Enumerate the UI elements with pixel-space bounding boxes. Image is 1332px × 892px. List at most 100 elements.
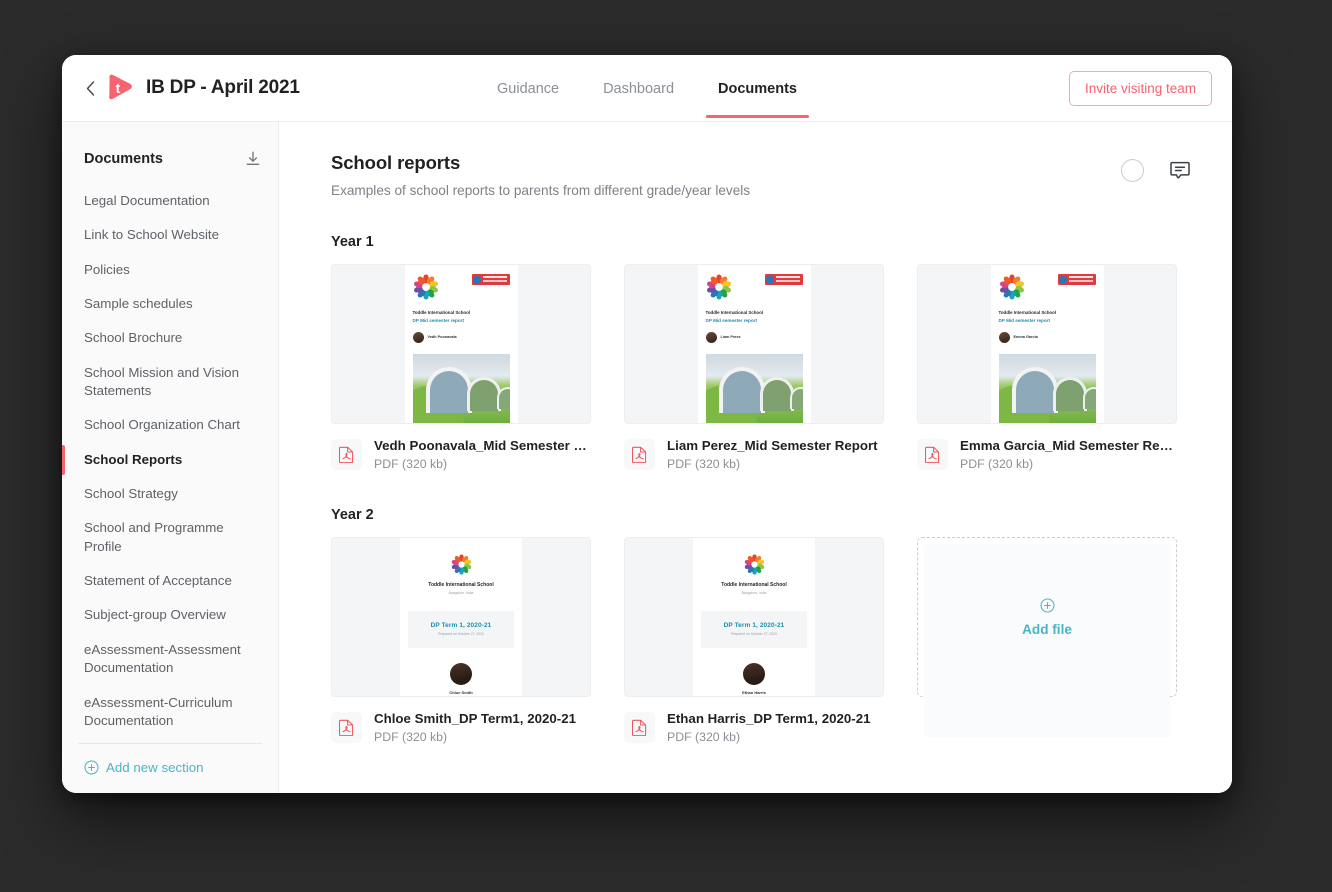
sidebar-item-subject-group-overview[interactable]: Subject-group Overview: [62, 598, 278, 632]
sidebar-footer: Add new section: [78, 743, 262, 793]
toddle-school-logo-icon: [413, 274, 438, 300]
file-row[interactable]: Emma Garcia_Mid Semester Report PDF (320…: [917, 438, 1177, 471]
tab-guidance[interactable]: Guidance: [495, 59, 561, 118]
tab-documents[interactable]: Documents: [706, 59, 809, 118]
sidebar-item-sample-schedules[interactable]: Sample schedules: [62, 287, 278, 321]
pdf-badge: [624, 712, 655, 743]
file-row[interactable]: Chloe Smith_DP Term1, 2020-21 PDF (320 k…: [331, 711, 591, 744]
sidebar-item-school-brochure[interactable]: School Brochure: [62, 321, 278, 355]
file-name: Emma Garcia_Mid Semester Report: [960, 438, 1177, 453]
sidebar: Documents Legal Documentation Link to Sch…: [62, 122, 279, 793]
tab-dashboard[interactable]: Dashboard: [601, 59, 676, 118]
preview-student-name: Ethan Harris: [742, 689, 766, 695]
preview-school-city: Bangalore, India: [448, 590, 474, 595]
pdf-file-icon: [632, 719, 647, 736]
preview-term-title: DP Term 1, 2020-21: [430, 621, 492, 629]
preview-report-title: DP Mid semester report: [705, 317, 758, 323]
avatar-circle-icon[interactable]: [1121, 158, 1144, 182]
file-row[interactable]: Vedh Poonavala_Mid Semester Report PDF (…: [331, 438, 591, 471]
preview-report-title: DP Mid semester report: [998, 317, 1051, 323]
sidebar-item-label: eAssessment-Assessment Documentation: [84, 641, 241, 676]
document-thumbnail[interactable]: Toddle International School Bangalore, I…: [331, 537, 591, 697]
document-preview-page: Toddle International School DP Mid semes…: [404, 265, 518, 423]
student-photo: [998, 331, 1010, 343]
preview-campus-photo: [705, 354, 803, 423]
sidebar-item-school-and-programme-profile[interactable]: School and Programme Profile: [62, 511, 278, 564]
pdf-badge: [331, 712, 362, 743]
preview-campus-photo: [412, 354, 510, 423]
sidebar-item-label: Sample schedules: [84, 296, 193, 312]
sidebar-item-policies[interactable]: Policies: [62, 253, 278, 287]
pdf-badge: [624, 439, 655, 470]
student-photo: [705, 331, 717, 343]
file-row[interactable]: Ethan Harris_DP Term1, 2020-21 PDF (320 …: [624, 711, 884, 744]
document-grid: Toddle International School Bangalore, I…: [331, 537, 1192, 744]
document-thumbnail[interactable]: Toddle International School Bangalore, I…: [624, 537, 884, 697]
sidebar-item-school-organization-chart[interactable]: School Organization Chart: [62, 408, 278, 442]
group-label: Year 2: [331, 507, 374, 523]
document-groups: Year 1 Toddle International School DP Mi…: [331, 234, 1192, 744]
sidebar-item-label: Policies: [84, 261, 130, 277]
document-card[interactable]: Toddle International School Bangalore, I…: [331, 537, 591, 744]
file-row[interactable]: Liam Perez_Mid Semester Report PDF (320 …: [624, 438, 884, 471]
file-name: Vedh Poonavala_Mid Semester Report: [374, 438, 591, 453]
document-card[interactable]: Toddle International School DP Mid semes…: [624, 264, 884, 471]
preview-student-name: Vedh Poonavala: [427, 335, 457, 340]
add-file-label: Add file: [1022, 621, 1072, 637]
sidebar-item-statement-of-acceptance[interactable]: Statement of Acceptance: [62, 564, 278, 598]
sidebar-item-eassessment-curriculum-documentation[interactable]: eAssessment-Curriculum Documentation: [62, 686, 278, 739]
sidebar-item-school-reports[interactable]: School Reports: [62, 443, 278, 477]
toddle-logo: t: [106, 74, 134, 102]
sidebar-item-school-strategy[interactable]: School Strategy: [62, 477, 278, 511]
pdf-file-icon: [339, 446, 354, 463]
sidebar-item-label: School and Programme Profile: [84, 520, 224, 554]
document-preview-page: Toddle International School Bangalore, I…: [400, 538, 522, 696]
preview-term-band: DP Term 1, 2020-21 Prepared on October 2…: [701, 610, 807, 648]
document-thumbnail[interactable]: Toddle International School DP Mid semes…: [331, 264, 591, 424]
pdf-badge: [331, 439, 362, 470]
file-size: PDF (320 kb): [374, 457, 448, 471]
sidebar-item-eassessment-assessment-documentation[interactable]: eAssessment-Assessment Documentation: [62, 633, 278, 686]
preview-school-name: Toddle International School: [412, 310, 471, 315]
add-file-dropzone[interactable]: Add file: [917, 537, 1177, 737]
file-meta: Chloe Smith_DP Term1, 2020-21 PDF (320 k…: [374, 711, 576, 744]
preview-campus-photo: [998, 354, 1096, 423]
preview-school-name: Toddle International School: [428, 582, 494, 588]
document-card[interactable]: Toddle International School Bangalore, I…: [624, 537, 884, 744]
add-file-card[interactable]: Add file: [917, 537, 1177, 744]
sidebar-item-link-to-school-website[interactable]: Link to School Website: [62, 218, 278, 252]
download-icon[interactable]: [244, 150, 262, 168]
sidebar-header: Documents: [62, 150, 278, 168]
document-card[interactable]: Toddle International School DP Mid semes…: [331, 264, 591, 471]
document-thumbnail[interactable]: Toddle International School DP Mid semes…: [624, 264, 884, 424]
pdf-file-icon: [632, 446, 647, 463]
file-meta: Ethan Harris_DP Term1, 2020-21 PDF (320 …: [667, 711, 871, 744]
app-window: t IB DP - April 2021 Guidance Dashboard …: [62, 55, 1232, 793]
preview-student-name: Emma Garcia: [1013, 335, 1038, 340]
file-size: PDF (320 kb): [960, 457, 1034, 471]
main-content: School reports Examples of school report…: [279, 122, 1232, 793]
comment-bubble-icon[interactable]: [1168, 158, 1192, 182]
group-label: Year 1: [331, 234, 374, 250]
page-title: IB DP - April 2021: [146, 77, 300, 98]
sidebar-item-school-mission-and-vision-statements[interactable]: School Mission and Vision Statements: [62, 356, 278, 409]
invite-visiting-team-button[interactable]: Invite visiting team: [1068, 70, 1212, 106]
student-photo: [450, 662, 472, 685]
document-card[interactable]: Toddle International School DP Mid semes…: [917, 264, 1177, 471]
sidebar-scroll-area[interactable]: Documents Legal Documentation Link to Sch…: [62, 122, 278, 743]
preview-header: [413, 274, 510, 300]
chevron-left-icon[interactable]: [80, 78, 100, 98]
sidebar-item-legal-documentation[interactable]: Legal Documentation: [62, 184, 278, 218]
pdf-file-icon: [339, 719, 354, 736]
preview-header: [706, 274, 803, 300]
section-subtitle: Examples of school reports to parents fr…: [331, 183, 751, 198]
sidebar-item-label: School Organization Chart: [84, 417, 240, 433]
document-thumbnail[interactable]: Toddle International School DP Mid semes…: [917, 264, 1177, 424]
file-meta: Liam Perez_Mid Semester Report PDF (320 …: [667, 438, 878, 471]
preview-school-city: Bangalore, India: [741, 590, 767, 595]
preview-school-name: Toddle International School: [721, 582, 787, 588]
pdf-badge: [917, 439, 948, 470]
add-new-section-button[interactable]: Add new section: [84, 760, 204, 775]
preview-school-name: Toddle International School: [705, 310, 764, 315]
student-photo: [412, 331, 424, 343]
